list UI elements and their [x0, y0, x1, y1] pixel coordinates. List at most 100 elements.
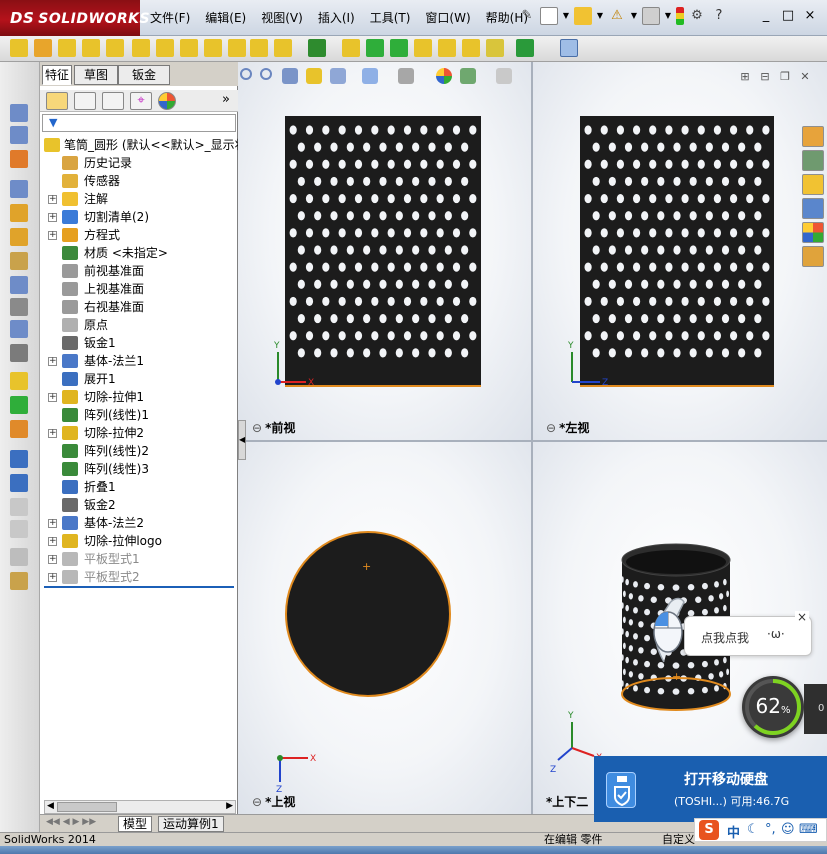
link-views-icon[interactable]: ⊖: [546, 421, 556, 435]
tree-item[interactable]: 钣金1: [40, 334, 238, 352]
expand-toggle-icon[interactable]: +: [48, 537, 57, 546]
unfold-side2-icon[interactable]: [10, 474, 28, 492]
hem-side-icon[interactable]: [10, 228, 28, 246]
ime-punctuation-icon[interactable]: °,: [765, 822, 776, 837]
menu-tools[interactable]: 工具(T): [370, 9, 411, 26]
panel-collapse-handle[interactable]: ◀: [238, 420, 246, 460]
dropdown-arrow-icon[interactable]: ▼: [562, 7, 570, 25]
viewport-left[interactable]: ⊞ ⊟ ❐ ✕ YZ ⊖ *左视: [532, 62, 827, 440]
view-palette-icon[interactable]: [802, 198, 824, 219]
no-bends-icon[interactable]: [414, 39, 432, 57]
tree-item[interactable]: + 注解: [40, 190, 238, 208]
tree-item[interactable]: 前视基准面: [40, 262, 238, 280]
tree-item[interactable]: 材质 <未指定>: [40, 244, 238, 262]
tree-item[interactable]: 展开1: [40, 370, 238, 388]
restore-button[interactable]: □: [777, 8, 799, 23]
open-folder-icon[interactable]: [574, 7, 592, 25]
hole-side-icon[interactable]: [10, 372, 28, 390]
tree-item[interactable]: 钣金2: [40, 496, 238, 514]
tree-item[interactable]: 阵列(线性)2: [40, 442, 238, 460]
forming-side-icon[interactable]: [10, 298, 28, 316]
corner-side-icon[interactable]: [10, 204, 28, 222]
viewport-front[interactable]: YX ⊖ *前视: [238, 62, 531, 440]
rip-side-icon[interactable]: [10, 548, 28, 566]
sketched-bend-icon[interactable]: [156, 39, 174, 57]
tree-item[interactable]: + 切割清单(2): [40, 208, 238, 226]
new-document-icon[interactable]: [540, 7, 558, 25]
expand-tabs-icon[interactable]: »: [222, 92, 230, 107]
options-icon[interactable]: ⚙: [688, 7, 706, 25]
reference-geometry-icon[interactable]: [486, 39, 504, 57]
flatten-side-icon[interactable]: [10, 498, 28, 516]
link-views-icon[interactable]: ⊖: [252, 795, 262, 809]
unfold-icon[interactable]: [342, 39, 360, 57]
solidworks-resources-icon[interactable]: [802, 126, 824, 147]
tree-item[interactable]: 折叠1: [40, 478, 238, 496]
forming-tool-icon[interactable]: [274, 39, 292, 57]
viewport-vertical-splitter[interactable]: [531, 62, 533, 814]
jog-side-icon[interactable]: [10, 252, 28, 270]
design-library-icon[interactable]: [802, 150, 824, 171]
close-button[interactable]: ×: [799, 8, 821, 23]
tree-item[interactable]: 上视基准面: [40, 280, 238, 298]
scroll-left-icon[interactable]: ◀: [47, 801, 54, 811]
tab-model[interactable]: 模型: [118, 816, 153, 832]
usb-drive-notification[interactable]: 打开移动硬盘 (TOSHI...) 可用:46.7G: [594, 756, 827, 822]
tab-sheet-metal[interactable]: 钣金: [118, 65, 170, 85]
configuration-manager-icon[interactable]: [102, 92, 124, 110]
tree-item[interactable]: + 切除-拉伸logo: [40, 532, 238, 550]
menu-edit[interactable]: 编辑(E): [205, 9, 246, 26]
status-custom[interactable]: 自定义: [662, 833, 695, 846]
menu-insert[interactable]: 插入(I): [318, 9, 355, 26]
tree-item[interactable]: 阵列(线性)3: [40, 460, 238, 478]
menu-file[interactable]: 文件(F): [150, 9, 190, 26]
rollback-bar[interactable]: [44, 586, 234, 588]
scroll-thumb[interactable]: [57, 802, 117, 812]
ime-keyboard-icon[interactable]: ⌨: [799, 822, 818, 837]
print-icon[interactable]: [642, 7, 660, 25]
feature-filter-input[interactable]: ▼: [42, 114, 236, 132]
tree-item[interactable]: 右视基准面: [40, 298, 238, 316]
edge-flange-icon[interactable]: [58, 39, 76, 57]
expand-toggle-icon[interactable]: +: [48, 231, 57, 240]
expand-toggle-icon[interactable]: +: [48, 357, 57, 366]
bubble-close-button[interactable]: ×: [795, 611, 809, 625]
scroll-right-icon[interactable]: ▶: [226, 801, 233, 811]
edge-flange-side-icon[interactable]: [10, 126, 28, 144]
closed-corner-icon[interactable]: [204, 39, 222, 57]
cross-break-icon[interactable]: [180, 39, 198, 57]
sogou-logo-icon[interactable]: S: [699, 820, 719, 840]
expand-toggle-icon[interactable]: +: [48, 393, 57, 402]
insert-bends-side-icon[interactable]: [10, 572, 28, 590]
warning-icon[interactable]: ⚠: [608, 7, 626, 25]
tree-item[interactable]: + 基体-法兰1: [40, 352, 238, 370]
fold-icon[interactable]: [366, 39, 384, 57]
tree-item[interactable]: + 切除-拉伸1: [40, 388, 238, 406]
tab-sketch[interactable]: 草图: [74, 65, 118, 85]
appearances-scenes-icon[interactable]: [802, 222, 824, 243]
tree-item[interactable]: 历史记录: [40, 154, 238, 172]
tree-item[interactable]: 传感器: [40, 172, 238, 190]
unfold-side-icon[interactable]: [10, 180, 28, 198]
instant3d-icon[interactable]: [560, 39, 578, 57]
no-bends-side-icon[interactable]: [10, 520, 28, 538]
miter-flange-side-icon[interactable]: [10, 150, 28, 168]
jog-icon[interactable]: [132, 39, 150, 57]
tree-horizontal-scrollbar[interactable]: ◀ ▶: [44, 800, 236, 814]
dimxpert-icon[interactable]: ⌖: [130, 92, 152, 110]
solidworks-logo[interactable]: DS SOLIDWORKS: [0, 0, 150, 36]
base-flange-icon[interactable]: [10, 39, 28, 57]
tree-item[interactable]: 阵列(线性)1: [40, 406, 238, 424]
assistant-speech-bubble[interactable]: 点我点我 ·ω· ×: [684, 611, 812, 656]
expand-toggle-icon[interactable]: +: [48, 213, 57, 222]
memory-usage-gauge[interactable]: 62%: [742, 676, 804, 738]
property-manager-icon[interactable]: [74, 92, 96, 110]
vent-side-icon[interactable]: [10, 396, 28, 414]
menu-view[interactable]: 视图(V): [261, 9, 303, 26]
dropdown-arrow-icon[interactable]: ▼: [630, 7, 638, 25]
expand-toggle-icon[interactable]: +: [48, 429, 57, 438]
ime-emoji-icon[interactable]: ☺: [781, 822, 795, 837]
viewport-horizontal-splitter[interactable]: [238, 440, 827, 442]
rip-icon[interactable]: [438, 39, 456, 57]
tab-features[interactable]: 特征: [42, 65, 72, 85]
